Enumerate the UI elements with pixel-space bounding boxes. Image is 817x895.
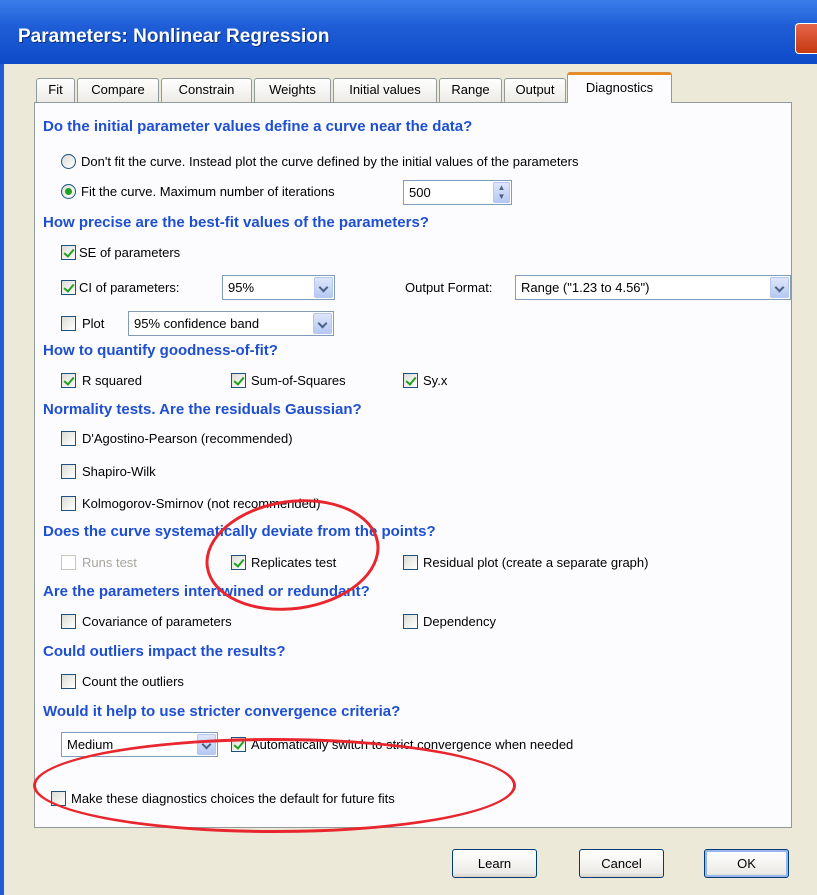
residual-plot-label: Residual plot (create a separate graph) bbox=[423, 555, 649, 570]
ci-select[interactable]: 95% bbox=[222, 275, 335, 300]
ci-value: 95% bbox=[228, 280, 255, 295]
tab-output[interactable]: Output bbox=[504, 78, 566, 102]
runs-test-checkbox bbox=[61, 555, 76, 570]
section-heading-normality: Normality tests. Are the residuals Gauss… bbox=[43, 401, 362, 418]
window-frame bbox=[0, 64, 4, 895]
ci-checkbox[interactable] bbox=[61, 280, 76, 295]
residual-plot-checkbox[interactable] bbox=[403, 555, 418, 570]
tab-fit[interactable]: Fit bbox=[36, 78, 75, 102]
section-heading-precision: How precise are the best-fit values of t… bbox=[43, 214, 429, 231]
dagostino-checkbox[interactable] bbox=[61, 431, 76, 446]
fit-curve-label: Fit the curve. Maximum number of iterati… bbox=[81, 184, 335, 199]
tab-diagnostics[interactable]: Diagnostics bbox=[567, 72, 672, 103]
shapiro-checkbox[interactable] bbox=[61, 464, 76, 479]
dagostino-label: D'Agostino-Pearson (recommended) bbox=[82, 431, 293, 446]
default-choices-checkbox[interactable] bbox=[51, 791, 66, 806]
dont-fit-radio[interactable] bbox=[61, 154, 76, 169]
ci-label: CI of parameters: bbox=[79, 280, 180, 295]
tab-weights[interactable]: Weights bbox=[254, 78, 331, 102]
chevron-down-icon[interactable] bbox=[313, 313, 332, 334]
window-title: Parameters: Nonlinear Regression bbox=[18, 26, 330, 47]
convergence-select[interactable]: Medium bbox=[61, 732, 218, 757]
cancel-button[interactable]: Cancel bbox=[579, 849, 664, 878]
fit-curve-radio[interactable] bbox=[61, 184, 76, 199]
learn-button[interactable]: Learn bbox=[452, 849, 537, 878]
close-button[interactable] bbox=[795, 23, 817, 54]
replicates-test-label: Replicates test bbox=[251, 555, 337, 570]
section-heading-outliers: Could outliers impact the results? bbox=[43, 643, 286, 660]
count-outliers-checkbox[interactable] bbox=[61, 674, 76, 689]
plot-checkbox[interactable] bbox=[61, 316, 76, 331]
replicates-test-checkbox[interactable] bbox=[231, 555, 246, 570]
auto-switch-checkbox[interactable] bbox=[231, 737, 246, 752]
dependency-label: Dependency bbox=[423, 614, 496, 629]
tab-compare[interactable]: Compare bbox=[77, 78, 159, 102]
sum-of-squares-label: Sum-of-Squares bbox=[251, 373, 346, 388]
section-heading-convergence: Would it help to use stricter convergenc… bbox=[43, 703, 401, 720]
output-format-select[interactable]: Range ("1.23 to 4.56") bbox=[515, 275, 791, 300]
iterations-spinner[interactable]: 500 ▲ ▼ bbox=[403, 180, 512, 205]
chevron-down-icon[interactable] bbox=[314, 277, 333, 298]
syx-label: Sy.x bbox=[423, 373, 448, 388]
auto-switch-label: Automatically switch to strict convergen… bbox=[251, 737, 574, 752]
se-checkbox[interactable] bbox=[61, 245, 76, 260]
chevron-down-icon[interactable] bbox=[770, 277, 789, 298]
spinner-arrows-icon[interactable]: ▲ ▼ bbox=[493, 182, 510, 203]
kolmogorov-checkbox[interactable] bbox=[61, 496, 76, 511]
syx-checkbox[interactable] bbox=[403, 373, 418, 388]
chevron-down-icon[interactable] bbox=[197, 734, 216, 755]
output-format-label: Output Format: bbox=[405, 280, 493, 295]
iterations-value: 500 bbox=[409, 185, 431, 200]
title-bar[interactable]: Parameters: Nonlinear Regression bbox=[0, 0, 817, 64]
ok-button[interactable]: OK bbox=[704, 849, 789, 878]
section-heading-goodness: How to quantify goodness-of-fit? bbox=[43, 342, 278, 359]
shapiro-label: Shapiro-Wilk bbox=[82, 464, 156, 479]
r-squared-label: R squared bbox=[82, 373, 142, 388]
runs-test-label: Runs test bbox=[82, 555, 137, 570]
section-heading-intertwined: Are the parameters intertwined or redund… bbox=[43, 583, 370, 600]
dependency-checkbox[interactable] bbox=[403, 614, 418, 629]
section-heading-initial: Do the initial parameter values define a… bbox=[43, 118, 473, 135]
section-heading-deviation: Does the curve systematically deviate fr… bbox=[43, 523, 436, 540]
count-outliers-label: Count the outliers bbox=[82, 674, 184, 689]
se-label: SE of parameters bbox=[79, 245, 181, 260]
tab-constrain[interactable]: Constrain bbox=[161, 78, 252, 102]
output-format-value: Range ("1.23 to 4.56") bbox=[521, 280, 650, 295]
sum-of-squares-checkbox[interactable] bbox=[231, 373, 246, 388]
plot-value: 95% confidence band bbox=[134, 316, 260, 331]
r-squared-checkbox[interactable] bbox=[61, 373, 76, 388]
covariance-label: Covariance of parameters bbox=[82, 614, 232, 629]
kolmogorov-label: Kolmogorov-Smirnov (not recommended) bbox=[82, 496, 321, 511]
plot-label: Plot bbox=[82, 316, 105, 331]
tab-initial-values[interactable]: Initial values bbox=[333, 78, 437, 102]
convergence-value: Medium bbox=[67, 737, 114, 752]
plot-select[interactable]: 95% confidence band bbox=[128, 311, 334, 336]
dont-fit-label: Don't fit the curve. Instead plot the cu… bbox=[81, 154, 579, 169]
covariance-checkbox[interactable] bbox=[61, 614, 76, 629]
default-choices-label: Make these diagnostics choices the defau… bbox=[71, 791, 395, 806]
tab-range[interactable]: Range bbox=[439, 78, 502, 102]
